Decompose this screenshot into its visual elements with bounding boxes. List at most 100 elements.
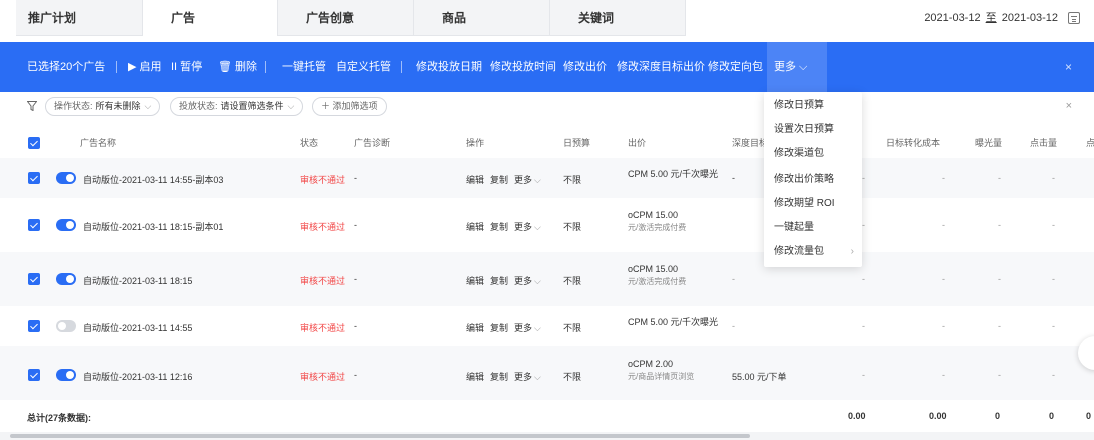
deep-bid: - (732, 274, 735, 284)
row-checkbox[interactable] (28, 172, 40, 184)
col-operation: 操作 (466, 138, 485, 148)
copy-link[interactable]: 复制 (490, 372, 508, 382)
copy-link[interactable]: 复制 (490, 276, 508, 286)
bid: oCPM 2.00 (628, 359, 674, 369)
menu-item-next-day-budget[interactable]: 设置次日预算 (774, 120, 834, 140)
total-value: 0 (1086, 411, 1092, 421)
row-toggle[interactable] (56, 219, 76, 231)
enable-button[interactable]: ▶ 启用 (128, 42, 162, 92)
menu-item-edit-channel-pack[interactable]: 修改渠道包 (774, 144, 824, 164)
row-toggle[interactable] (56, 172, 76, 184)
col-status: 状态 (300, 138, 319, 148)
status-badge: 审核不通过 (300, 372, 346, 382)
divider (265, 61, 266, 73)
target-cost: - (862, 220, 865, 230)
chevron-down-icon: ⌵ (534, 222, 541, 232)
bid-unit: 元/商品详情页浏览 (628, 372, 695, 381)
chevron-down-icon: ⌵ (144, 101, 152, 111)
deep-bid: - (732, 173, 735, 183)
edit-link[interactable]: 编辑 (466, 372, 484, 382)
edit-link[interactable]: 编辑 (466, 175, 484, 185)
custom-host-button[interactable]: 自定义托管 (336, 42, 391, 92)
tab-bar: 推广计划 广告 广告创意 商品 关键词 2021-03-12 至 2021-03… (0, 0, 1094, 36)
col-diag: 广告诊断 (354, 138, 391, 148)
table-row[interactable]: 自动版位-2021-03-11 18:15-副本01 审核不通过 - 编辑 复制更… (0, 198, 1094, 252)
filter-icon[interactable] (27, 101, 37, 111)
ad-name[interactable]: 自动版位-2021-03-11 12:16 (83, 370, 192, 383)
tab-keywords[interactable]: 关键词 (550, 0, 686, 36)
tab-products[interactable]: 商品 (414, 0, 550, 36)
menu-item-edit-roi[interactable]: 修改期望 ROI (774, 194, 835, 214)
chevron-down-icon: ⌵ (287, 101, 295, 111)
total-value: 0.00 (848, 411, 866, 421)
ad-name[interactable]: 自动版位-2021-03-11 18:15 (83, 274, 192, 287)
more-link[interactable]: 更多 (514, 175, 532, 185)
table-row[interactable]: 自动版位-2021-03-11 14:55-副本03 审核不通过 - 编辑 复制更… (0, 158, 1094, 198)
deep-bid: 55.00 元/下单 (732, 372, 787, 382)
row-checkbox[interactable] (28, 273, 40, 285)
edit-deep-bid-button[interactable]: 修改深度目标出价 (617, 42, 705, 92)
col-clicks: 点击量 (1030, 138, 1058, 148)
more-link[interactable]: 更多 (514, 372, 532, 382)
more-link[interactable]: 更多 (514, 222, 532, 232)
more-actions-label: 更多 ⌵ (774, 61, 808, 73)
delete-button[interactable]: 🗑 删除 (218, 42, 257, 92)
row-toggle[interactable] (56, 369, 76, 381)
menu-item-edit-traffic-pack[interactable]: 修改流量包 (774, 242, 824, 262)
status-badge: 审核不通过 (300, 222, 346, 232)
scrollbar-thumb[interactable] (10, 434, 750, 438)
pause-button[interactable]: II 暂停 (171, 42, 202, 92)
close-icon[interactable]: × (1065, 42, 1072, 92)
edit-link[interactable]: 编辑 (466, 323, 484, 333)
table-row[interactable]: 自动版位-2021-03-11 12:16 审核不通过 - 编辑 复制 更多 ⌵ 不限… (0, 346, 1094, 400)
edit-pack-button[interactable]: 修改定向包 (708, 42, 763, 92)
edit-link[interactable]: 编辑 (466, 276, 484, 286)
more-link[interactable]: 更多 (514, 276, 532, 286)
row-checkbox[interactable] (28, 369, 40, 381)
diagnosis: - (354, 274, 357, 284)
target-cost: - (862, 321, 865, 331)
tab-ads[interactable]: 广告 (143, 0, 278, 36)
ad-name[interactable]: 自动版位-2021-03-11 18:15-副本01 (83, 220, 223, 233)
calendar-icon[interactable] (1068, 12, 1080, 24)
edit-link[interactable]: 编辑 (466, 222, 484, 232)
ad-name[interactable]: 自动版位-2021-03-11 14:55-副本03 (83, 173, 223, 186)
table-row[interactable]: 自动版位-2021-03-11 14:55 审核不通过 - 编辑 复制 更多 ⌵ 不限… (0, 306, 1094, 346)
target-cost: - (862, 370, 865, 380)
divider (116, 61, 117, 73)
select-all-checkbox[interactable] (28, 137, 40, 149)
menu-item-edit-daily-budget[interactable]: 修改日预算 (774, 96, 824, 116)
copy-link[interactable]: 复制 (490, 222, 508, 232)
col-extra: 点 (1086, 138, 1094, 148)
divider (401, 61, 402, 73)
date-end: 2021-03-12 (1001, 12, 1058, 24)
add-filter-button[interactable]: ＋ 添加筛选项 (312, 97, 387, 116)
row-checkbox[interactable] (28, 320, 40, 332)
horizontal-scrollbar[interactable] (0, 432, 1094, 440)
date-sep: 至 (985, 12, 997, 24)
table-row[interactable]: 自动版位-2021-03-11 18:15 审核不通过 - 编辑 复制 更多 ⌵ 不限… (0, 252, 1094, 306)
tab-campaign[interactable]: 推广计划 (16, 0, 143, 36)
menu-item-one-click-boost[interactable]: 一键起量 (774, 218, 814, 238)
bid-unit: 元/激活完成付费 (628, 277, 687, 286)
one-click-host-button[interactable]: 一键托管 (282, 42, 326, 92)
ad-name[interactable]: 自动版位-2021-03-11 14:55 (83, 321, 192, 334)
more-link[interactable]: 更多 (514, 323, 532, 333)
edit-date-button[interactable]: 修改投放日期 (416, 42, 482, 92)
close-icon[interactable]: × (1066, 100, 1072, 112)
row-toggle[interactable] (56, 320, 76, 332)
edit-time-button[interactable]: 修改投放时间 (490, 42, 556, 92)
row-checkbox[interactable] (28, 219, 40, 231)
more-actions-button[interactable]: 更多 ⌵ (767, 42, 827, 92)
copy-link[interactable]: 复制 (490, 175, 508, 185)
copy-link[interactable]: 复制 (490, 323, 508, 333)
cell-dash: - (942, 274, 945, 284)
date-range-picker[interactable]: 2021-03-12 至 2021-03-12 (924, 0, 1058, 36)
edit-bid-button[interactable]: 修改出价 (563, 42, 607, 92)
tab-creative[interactable]: 广告创意 (278, 0, 414, 36)
delivery-status-filter[interactable]: 投放状态: 请设置筛选条件 ⌵ (170, 97, 304, 116)
op-status-filter[interactable]: 操作状态: 所有未删除 ⌵ (45, 97, 161, 116)
menu-item-edit-bid-strategy[interactable]: 修改出价策略 (774, 170, 834, 190)
filter-label: 操作状态: (54, 101, 93, 111)
row-toggle[interactable] (56, 273, 76, 285)
